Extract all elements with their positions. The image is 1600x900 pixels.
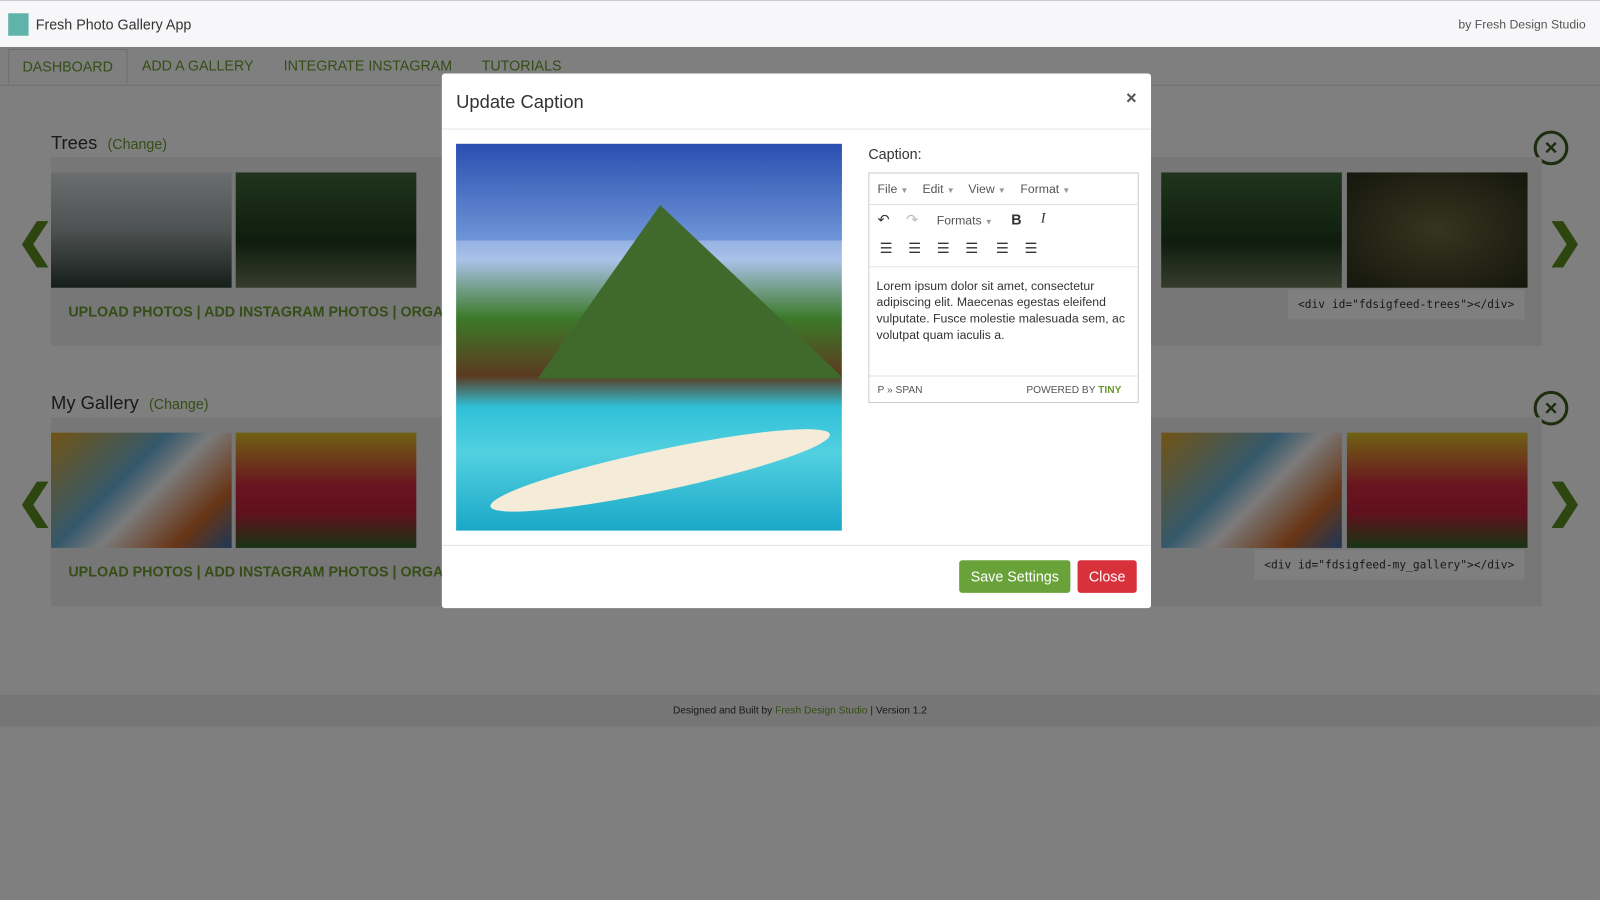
indent-icon[interactable]: ☰ bbox=[1024, 240, 1037, 257]
editor-toolbar: ↶ ↷ Formats ▼ B I ☰ ☰ ☰ ☰ ☰ ☰ bbox=[869, 205, 1138, 268]
caret-icon: ▼ bbox=[984, 217, 993, 227]
caret-icon: ▼ bbox=[997, 185, 1006, 195]
formats-label: Formats bbox=[936, 213, 982, 228]
bold-button[interactable]: B bbox=[1011, 211, 1021, 227]
align-right-icon[interactable]: ☰ bbox=[937, 240, 950, 257]
align-left-icon[interactable]: ☰ bbox=[880, 240, 893, 257]
menu-edit[interactable]: Edit ▼ bbox=[922, 182, 954, 196]
editor-menubar: File ▼ Edit ▼ View ▼ Format ▼ bbox=[869, 173, 1138, 206]
tiny-logo: TINY bbox=[1098, 384, 1122, 396]
caption-editor: File ▼ Edit ▼ View ▼ Format ▼ ↶ ↷ Formats ▼ B… bbox=[868, 172, 1139, 404]
top-bar: Fresh Photo Gallery App by Fresh Design … bbox=[0, 0, 1600, 48]
menu-label: Edit bbox=[922, 181, 944, 196]
editor-content[interactable]: Lorem ipsum dolor sit amet, consectetur … bbox=[877, 278, 1134, 343]
caret-icon: ▼ bbox=[900, 185, 909, 195]
divider bbox=[441, 544, 1152, 546]
undo-icon[interactable]: ↶ bbox=[878, 211, 890, 228]
photo-preview bbox=[456, 143, 842, 531]
powered-label: POWERED BY bbox=[1026, 384, 1096, 396]
align-center-icon[interactable]: ☰ bbox=[908, 240, 921, 257]
divider bbox=[441, 128, 1152, 130]
formats-dropdown[interactable]: Formats ▼ bbox=[937, 213, 993, 227]
editor-statusbar: P » SPAN POWERED BY TINY bbox=[869, 375, 1138, 404]
close-button[interactable]: Close bbox=[1077, 560, 1137, 593]
caret-icon: ▼ bbox=[1062, 185, 1071, 195]
caption-label: Caption: bbox=[868, 145, 922, 163]
app-title: Fresh Photo Gallery App bbox=[35, 16, 192, 33]
align-justify-icon[interactable]: ☰ bbox=[965, 240, 978, 257]
app-logo-icon bbox=[8, 13, 29, 36]
menu-label: View bbox=[968, 181, 995, 196]
menu-file[interactable]: File ▼ bbox=[878, 182, 909, 196]
menu-label: Format bbox=[1020, 181, 1060, 196]
menu-view[interactable]: View ▼ bbox=[968, 182, 1005, 196]
caret-icon: ▼ bbox=[946, 185, 955, 195]
menu-label: File bbox=[877, 181, 898, 196]
close-icon[interactable]: × bbox=[1126, 88, 1137, 109]
byline: by Fresh Design Studio bbox=[1458, 17, 1586, 32]
element-path: P » SPAN bbox=[877, 384, 923, 396]
redo-icon[interactable]: ↷ bbox=[906, 211, 918, 228]
modal-title: Update Caption bbox=[456, 91, 584, 113]
powered-by[interactable]: POWERED BY TINY bbox=[1026, 385, 1121, 396]
save-settings-button[interactable]: Save Settings bbox=[959, 560, 1071, 593]
italic-button[interactable]: I bbox=[1041, 211, 1046, 227]
menu-format[interactable]: Format ▼ bbox=[1020, 182, 1070, 196]
outdent-icon[interactable]: ☰ bbox=[996, 240, 1009, 257]
update-caption-modal: Update Caption × Caption: File ▼ Edit ▼ Vi… bbox=[441, 73, 1152, 609]
